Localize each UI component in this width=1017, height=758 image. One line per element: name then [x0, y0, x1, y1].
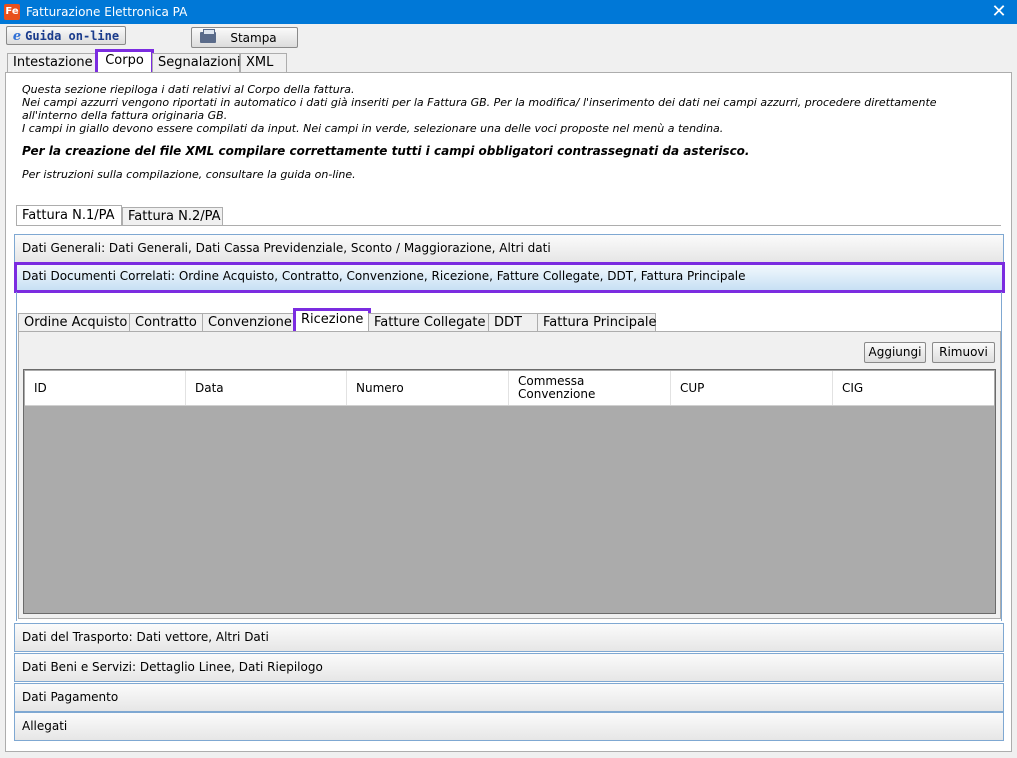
tab-ordine-acquisto[interactable]: Ordine Acquisto	[18, 313, 130, 332]
info-guide-note: Per istruzioni sulla compilazione, consu…	[22, 168, 356, 181]
section-allegati[interactable]: Allegati	[14, 712, 1004, 741]
table-header: ID Data Numero Commessa Convenzione CUP …	[25, 371, 994, 406]
title-bar: Fe Fatturazione Elettronica PA ✕	[0, 0, 1017, 24]
divider	[16, 225, 1001, 226]
column-header-data[interactable]: Data	[186, 371, 347, 405]
tab-intestazione[interactable]: Intestazione	[7, 53, 98, 72]
tab-xml[interactable]: XML	[240, 53, 287, 72]
tab-fatture-collegate[interactable]: Fatture Collegate	[368, 313, 489, 332]
column-header-numero[interactable]: Numero	[347, 371, 509, 405]
info-line: I campi in giallo devono essere compilat…	[22, 122, 724, 135]
section-dati-trasporto[interactable]: Dati del Trasporto: Dati vettore, Altri …	[14, 623, 1004, 652]
section-dati-generali[interactable]: Dati Generali: Dati Generali, Dati Cassa…	[14, 234, 1004, 263]
printer-icon	[200, 29, 216, 43]
tab-corpo[interactable]: Corpo	[95, 49, 154, 75]
tab-segnalazioni[interactable]: Segnalazioni	[152, 53, 241, 72]
column-header-commessa-convenzione[interactable]: Commessa Convenzione	[509, 371, 671, 405]
info-text: Questa sezione riepiloga i dati relativi…	[22, 83, 992, 181]
ricezione-table[interactable]: ID Data Numero Commessa Convenzione CUP …	[23, 369, 996, 614]
internet-explorer-icon: e	[12, 29, 22, 44]
window-title: Fatturazione Elettronica PA	[26, 5, 188, 19]
add-button[interactable]: Aggiungi	[864, 342, 926, 363]
tab-fattura-principale[interactable]: Fattura Principale	[537, 313, 657, 332]
section-dati-documenti-correlati[interactable]: Dati Documenti Correlati: Ordine Acquist…	[14, 262, 1005, 293]
tab-contratto[interactable]: Contratto	[129, 313, 203, 332]
print-button[interactable]: Stampa	[191, 27, 298, 48]
help-online-button[interactable]: e Guida on-line	[6, 26, 126, 45]
info-required-note: Per la creazione del file XML compilare …	[22, 144, 750, 158]
tab-fattura-1[interactable]: Fattura N.1/PA	[16, 205, 122, 226]
remove-button[interactable]: Rimuovi	[932, 342, 995, 363]
print-label: Stampa	[230, 31, 277, 45]
tab-convenzione[interactable]: Convenzione	[202, 313, 295, 332]
column-header-cig[interactable]: CIG	[833, 371, 996, 405]
section-dati-pagamento[interactable]: Dati Pagamento	[14, 683, 1004, 712]
app-icon: Fe	[4, 4, 20, 20]
help-online-label: Guida on-line	[25, 29, 120, 43]
tab-ddt[interactable]: DDT	[488, 313, 538, 332]
column-header-id[interactable]: ID	[25, 371, 186, 405]
tab-fattura-2[interactable]: Fattura N.2/PA	[122, 207, 223, 226]
close-icon[interactable]: ✕	[989, 1, 1009, 23]
tab-ricezione[interactable]: Ricezione	[293, 308, 371, 334]
section-dati-beni-servizi[interactable]: Dati Beni e Servizi: Dettaglio Linee, Da…	[14, 653, 1004, 682]
info-line: Nei campi azzurri vengono riportati in a…	[22, 96, 937, 122]
column-header-cup[interactable]: CUP	[671, 371, 833, 405]
info-line: Questa sezione riepiloga i dati relativi…	[22, 83, 355, 96]
